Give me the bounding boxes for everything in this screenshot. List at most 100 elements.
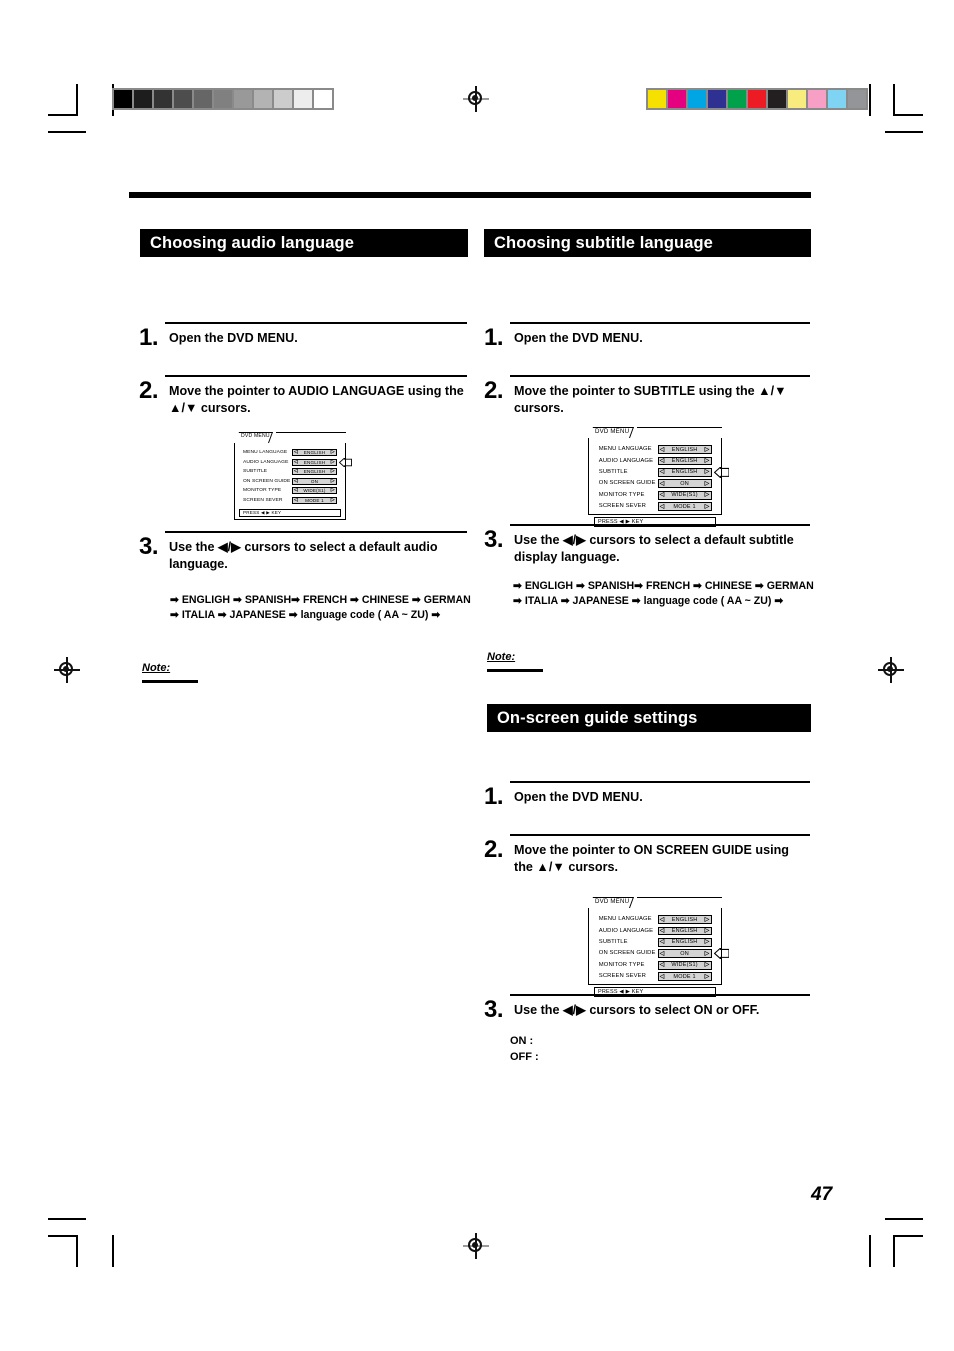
right-arrow-icon: ▷ [704,479,710,487]
color-swatch [708,90,726,108]
onscreen-on-value: ON : [510,1035,534,1047]
step-text: Open the DVD MENU. [514,790,643,804]
dvd-menu-row-label: MENU LANGUAGE [598,916,652,923]
right-arrow-icon: ▷ [704,915,710,923]
right-arrow-icon: ▷ [330,458,335,465]
left-arrow-icon: ◁ [659,938,665,946]
crop-mark-bottom-right-h [893,1235,923,1237]
left-arrow-icon: ◁ [294,449,299,456]
dvd-menu-row-value[interactable]: ◁ MODE 1 ▷ [657,972,712,982]
step-rule [510,375,810,377]
crop-mark-bottom-right-bar [869,1235,871,1267]
dvd-menu-row-value[interactable]: ◁ ON ▷ [292,477,337,485]
step-text: Open the DVD MENU. [514,331,643,345]
right-arrow-icon: ▷ [704,456,710,464]
dvd-menu-row-value-text: ON [310,478,319,484]
dvd-menu-row-value-text: ENGLISH [671,446,698,453]
grayscale-swatch [314,90,332,108]
step-text: Move the pointer to SUBTITLE using the ▲… [514,384,787,415]
dvd-menu-tab-line [636,897,722,899]
dvd-menu-row-label: ON SCREEN GUIDE [243,478,291,484]
crop-mark-top-right-h2 [885,131,923,133]
subtitle-language-chain-line-1: ➡ ENGLIGH ➡ SPANISH➡ FRENCH ➡ CHINESE ➡ … [513,580,814,592]
dvd-menu-press-key-hint: PRESS ◀ ▶ KEY [239,509,341,517]
dvd-menu-diagram-audio: DVD MENU MENU LANGUAGE ◁ ENGLISH ▷ AUDIO LANG… [234,432,352,520]
grayscale-swatch [254,90,272,108]
right-arrow-icon: ▷ [704,491,710,499]
dvd-menu-row-value[interactable]: ◁ MODE 1 ▷ [657,502,712,512]
dvd-menu-row-value[interactable]: ◁ ON ▷ [657,949,712,959]
grayscale-swatch [214,90,232,108]
step-rule [510,524,810,526]
dvd-menu-row-value[interactable]: ◁ MODE 1 ▷ [292,496,337,504]
left-arrow-icon: ◁ [659,972,665,980]
dvd-menu-row-label: ON SCREEN GUIDE [598,480,656,487]
dvd-menu-tab-label: DVD MENU [595,428,630,435]
dvd-menu-row-value[interactable]: ◁ ENGLISH ▷ [657,468,712,477]
dvd-menu-diagram-onscreen: DVD MENU MENU LANGUAGE ◁ ENGLISH ▷ AUDIO LANG… [588,897,730,997]
dvd-menu-row-value[interactable]: ◁ WIDE(S1) ▷ [657,490,712,500]
dvd-menu-row-value[interactable]: ◁ ENGLISH ▷ [657,938,712,947]
dvd-menu-row-value[interactable]: ◁ ENGLISH ▷ [292,468,337,476]
right-arrow-icon: ▷ [330,487,335,494]
header-rule [129,192,811,198]
grayscale-swatch [114,90,132,108]
dvd-menu-tab-line [636,427,722,429]
dvd-menu-row-value[interactable]: ◁ ENGLISH ▷ [657,915,712,925]
section-heading-subtitle: Choosing subtitle language [484,229,811,257]
note-label-subtitle: Note: [487,651,516,663]
step-rule [165,322,467,324]
step-text: Use the ◀/▶ cursors to select a default … [169,540,438,571]
pointer-arrow-icon [339,457,352,467]
audio-language-chain-line-2: ➡ ITALIA ➡ JAPANESE ➡ language code ( AA… [170,609,441,621]
left-arrow-icon: ◁ [659,915,665,923]
color-swatch [828,90,846,108]
step-rule [510,834,810,836]
dvd-menu-row-value-text: ENGLISH [671,939,698,946]
dvd-menu-row-value[interactable]: ◁ ENGLISH ▷ [292,458,337,466]
right-arrow-icon: ▷ [704,938,710,946]
left-arrow-icon: ◁ [294,468,299,475]
color-swatch [668,90,686,108]
pointer-arrow-icon [713,948,730,960]
left-arrow-icon: ◁ [659,456,665,464]
crop-mark-bottom-right-v [893,1235,895,1267]
audio-language-chain-line-1: ➡ ENGLIGH ➡ SPANISH➡ FRENCH ➡ CHINESE ➡ … [170,594,471,606]
dvd-menu-row-label: SCREEN SEVER [598,503,647,510]
dvd-menu-row-value-text: MODE 1 [673,503,696,510]
dvd-menu-row-value[interactable]: ◁ ENGLISH ▷ [657,926,712,936]
dvd-menu-row-value-text: ENGLISH [671,469,698,476]
grayscale-swatch [294,90,312,108]
crop-mark-bottom-left-h2 [48,1218,86,1220]
dvd-menu-tab-label: DVD MENU [241,433,270,439]
color-swatch [748,90,766,108]
crop-mark-bottom-left-bar [112,1235,114,1267]
step-text: Move the pointer to AUDIO LANGUAGE using… [169,384,464,415]
dvd-menu-row-value-text: ENGLISH [671,916,698,923]
dvd-menu-row-value[interactable]: ◁ WIDE(S1) ▷ [292,487,337,495]
crop-mark-top-right-bar [869,84,871,116]
left-arrow-icon: ◁ [294,458,299,465]
left-arrow-icon: ◁ [659,961,665,969]
left-arrow-icon: ◁ [294,487,299,494]
right-arrow-icon: ▷ [704,972,710,980]
note-label-audio: Note: [142,662,171,674]
right-arrow-icon: ▷ [330,468,335,475]
crop-mark-bottom-left-v [76,1235,78,1267]
step-number: 1. [484,783,504,810]
crop-mark-top-left-v [76,84,78,116]
step-rule [165,531,467,533]
dvd-menu-row-value[interactable]: ◁ WIDE(S1) ▷ [657,960,712,970]
crop-mark-top-left-h2 [48,131,86,133]
step-rule [510,994,810,996]
dvd-menu-row-value-text: MODE 1 [305,497,324,503]
dvd-menu-row-label: SCREEN SEVER [243,497,283,503]
dvd-menu-row-value[interactable]: ◁ ENGLISH ▷ [657,445,712,455]
dvd-menu-row-value[interactable]: ◁ ON ▷ [657,479,712,489]
dvd-menu-row-value[interactable]: ◁ ENGLISH ▷ [657,456,712,466]
dvd-menu-row-value[interactable]: ◁ ENGLISH ▷ [292,449,337,457]
subtitle-language-chain-line-2: ➡ ITALIA ➡ JAPANESE ➡ language code ( AA… [513,595,784,607]
dvd-menu-row-value-text: ENGLISH [671,458,698,465]
dvd-menu-row-label: AUDIO LANGUAGE [598,927,654,934]
dvd-menu-row-value-text: WIDE(S1) [303,488,326,494]
